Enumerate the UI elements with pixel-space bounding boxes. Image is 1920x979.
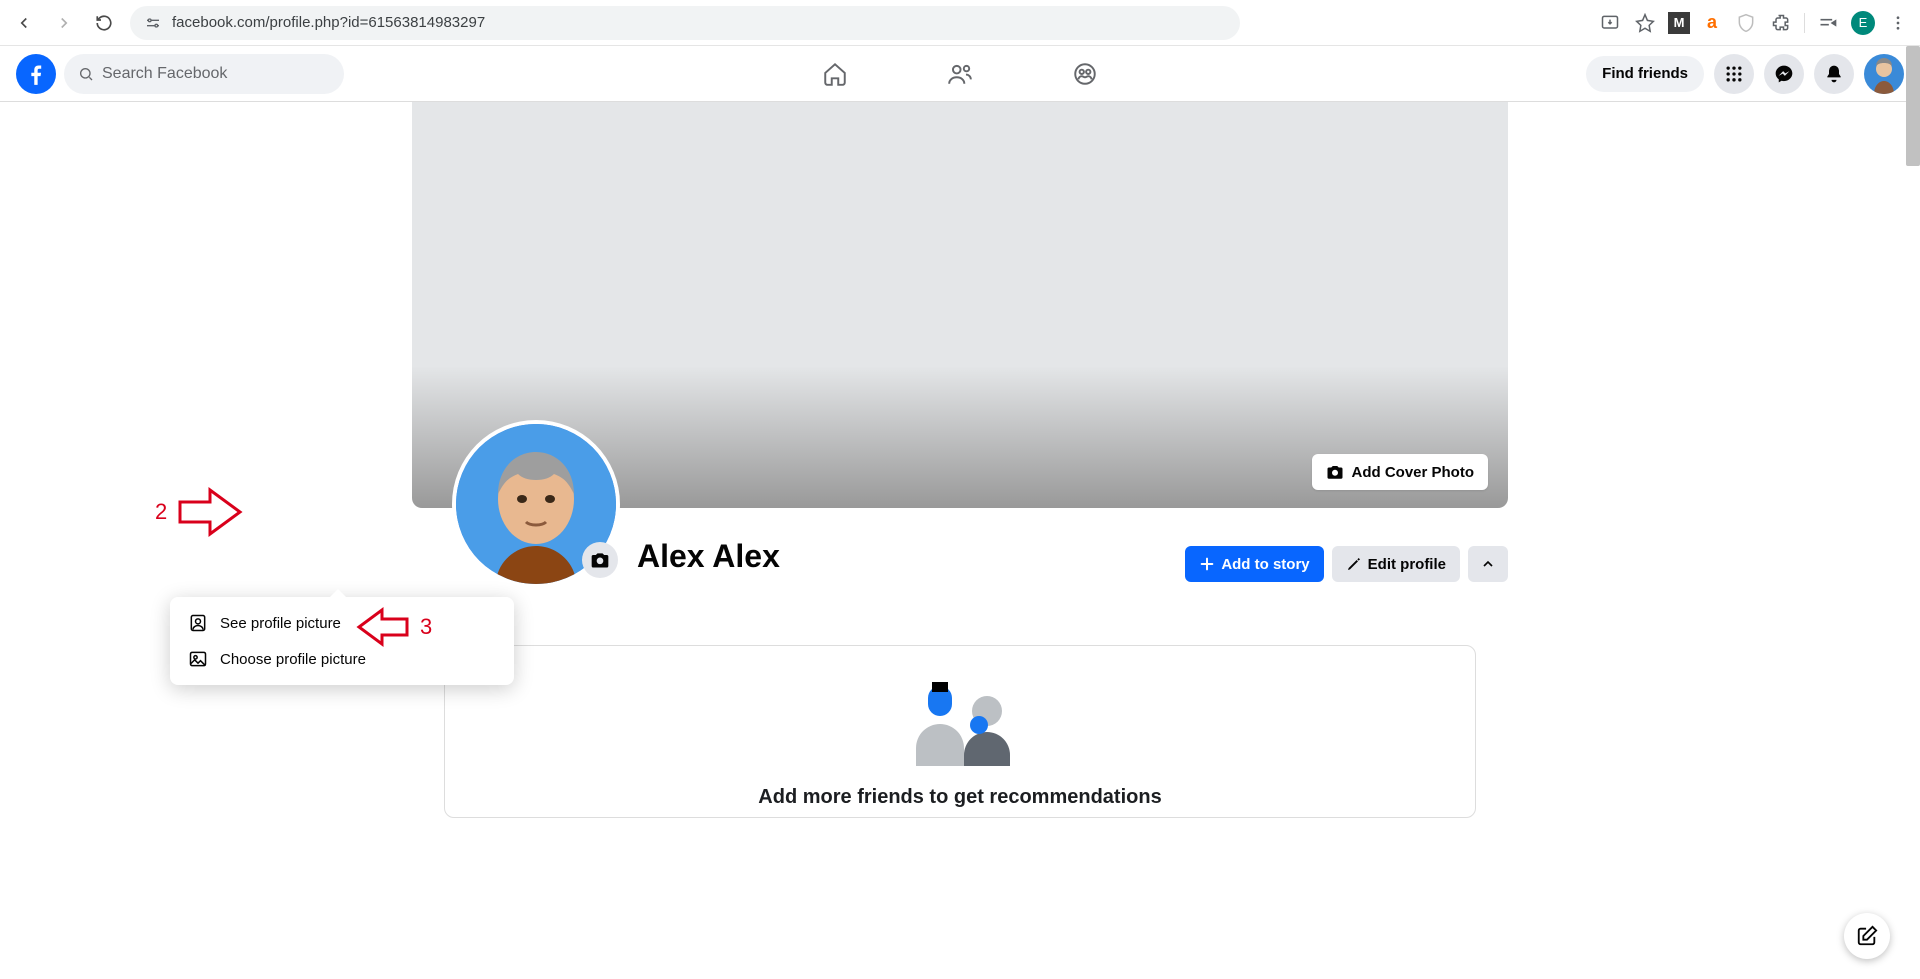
extensions-icon[interactable] (1769, 11, 1793, 35)
profile-picture[interactable] (452, 420, 620, 588)
header-right: Find friends (1586, 54, 1904, 94)
find-friends-button[interactable]: Find friends (1586, 56, 1704, 92)
add-cover-button[interactable]: Add Cover Photo (1312, 454, 1489, 490)
extension-a-icon[interactable]: a (1701, 12, 1723, 34)
reload-button[interactable] (90, 9, 118, 37)
kebab-menu-icon[interactable] (1886, 11, 1910, 35)
browser-actions: M a E (1598, 11, 1910, 35)
messenger-button[interactable] (1764, 54, 1804, 94)
camera-icon (1326, 463, 1344, 481)
browser-toolbar: facebook.com/profile.php?id=615638149832… (0, 0, 1920, 46)
shield-icon[interactable] (1734, 11, 1758, 35)
divider (1804, 13, 1805, 33)
plus-icon (1199, 556, 1215, 572)
arrow-right-icon (175, 487, 245, 537)
friends-illustration (910, 686, 1010, 766)
browser-profile-avatar[interactable]: E (1851, 11, 1875, 35)
compose-icon (1856, 925, 1878, 947)
account-avatar[interactable] (1864, 54, 1904, 94)
search-placeholder: Search Facebook (102, 65, 227, 83)
choose-profile-picture-item[interactable]: Choose profile picture (178, 641, 506, 677)
add-to-story-button[interactable]: Add to story (1185, 546, 1323, 582)
address-bar[interactable]: facebook.com/profile.php?id=615638149832… (130, 6, 1240, 40)
search-icon (78, 66, 94, 82)
menu-grid-button[interactable] (1714, 54, 1754, 94)
search-input[interactable]: Search Facebook (64, 54, 344, 94)
recommendations-panel: Add more friends to get recommendations (444, 645, 1476, 818)
profile-actions: Add to story Edit profile (1185, 546, 1508, 582)
floating-edit-button[interactable] (1844, 913, 1890, 959)
edit-profile-button[interactable]: Edit profile (1332, 546, 1460, 582)
more-actions-button[interactable] (1468, 546, 1508, 582)
groups-icon[interactable] (1065, 54, 1105, 94)
install-icon[interactable] (1598, 11, 1622, 35)
page-content: Add Cover Photo Alex Alex Add to story (0, 102, 1920, 979)
scrollbar[interactable] (1906, 46, 1920, 166)
camera-icon (590, 550, 610, 570)
profile-picture-menu: See profile picture Choose profile pictu… (170, 597, 514, 685)
facebook-logo[interactable] (16, 54, 56, 94)
see-profile-picture-item[interactable]: See profile picture (178, 605, 506, 641)
url-text: facebook.com/profile.php?id=615638149832… (172, 14, 485, 31)
portrait-icon (188, 613, 208, 633)
pencil-icon (1346, 556, 1362, 572)
profile-container: Add Cover Photo Alex Alex Add to story (412, 102, 1508, 818)
site-settings-icon[interactable] (144, 14, 162, 32)
notifications-button[interactable] (1814, 54, 1854, 94)
forward-button[interactable] (50, 9, 78, 37)
annotation-3: 3 (356, 607, 432, 647)
chevron-up-icon (1480, 556, 1496, 572)
recommendations-title: Add more friends to get recommendations (445, 786, 1475, 809)
star-icon[interactable] (1633, 11, 1657, 35)
back-button[interactable] (10, 9, 38, 37)
update-photo-button[interactable] (582, 542, 618, 578)
arrow-left-icon (356, 607, 412, 647)
friends-icon[interactable] (940, 54, 980, 94)
media-control-icon[interactable] (1816, 11, 1840, 35)
annotation-2: 2 (155, 487, 245, 537)
extension-m-icon[interactable]: M (1668, 12, 1690, 34)
center-nav (815, 54, 1105, 94)
profile-header: Alex Alex Add to story Edit profile (412, 508, 1508, 643)
home-icon[interactable] (815, 54, 855, 94)
image-icon (188, 649, 208, 669)
facebook-header: Search Facebook Find friends (0, 46, 1920, 102)
